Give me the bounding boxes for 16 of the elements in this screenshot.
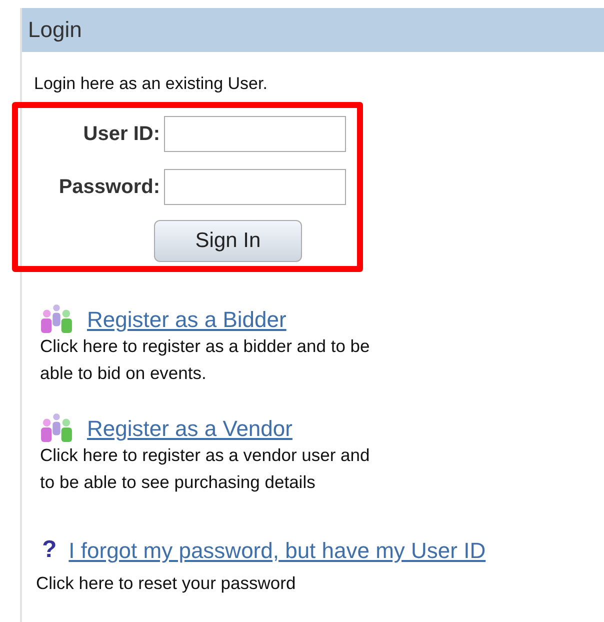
intro-text: Login here as an existing User. <box>34 74 268 94</box>
input-field[interactable] <box>164 116 346 152</box>
link[interactable]: Register as a Vendor <box>87 416 292 442</box>
link[interactable]: Register as a Bidder <box>87 307 286 333</box>
sign-in-button[interactable]: Sign In <box>154 220 302 262</box>
panel-title: Login <box>28 17 82 43</box>
people-icon <box>40 413 73 442</box>
field-label: Password: <box>58 176 160 198</box>
help-icon: ? <box>42 536 57 564</box>
description-text: Click here to register as a bidder and to be able to bid on events. <box>40 335 371 385</box>
link[interactable]: I forgot my password, but have my User ID <box>68 538 486 564</box>
input-field[interactable] <box>164 169 346 205</box>
description-text: Click here to reset your password <box>36 572 297 595</box>
description-text: Click here to register as a vendor user and to be able to see purchasing details <box>40 444 371 494</box>
people-icon <box>40 304 73 333</box>
field-label: User ID: <box>83 122 160 146</box>
